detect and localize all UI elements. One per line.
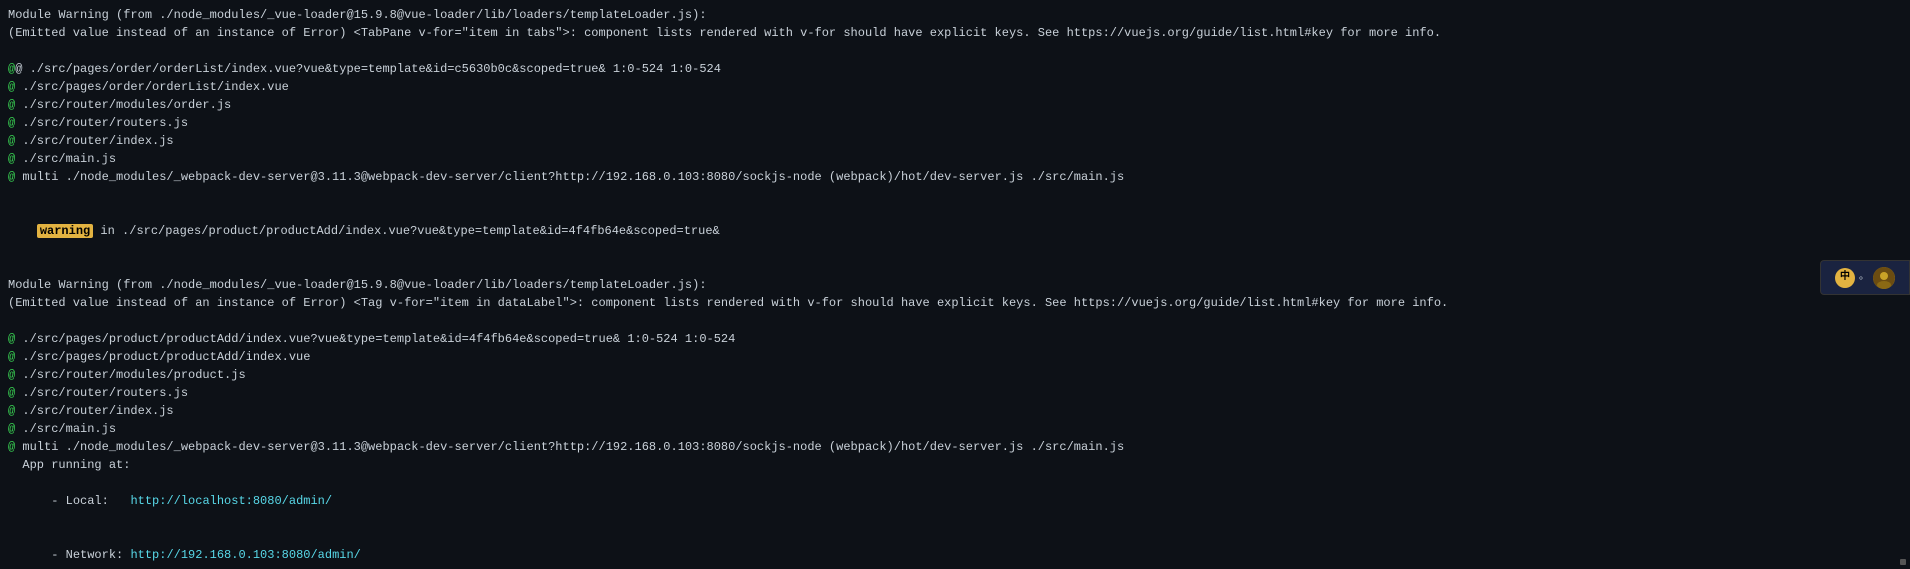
network-url-line: - Network: http://192.168.0.103:8080/adm…: [8, 528, 1902, 569]
at-line-6: @ ./src/router/modules/order.js: [8, 96, 1902, 114]
empty-line-3: [8, 258, 1902, 276]
at-line-5: @ ./src/pages/order/orderList/index.vue: [8, 78, 1902, 96]
at-line-8: @ ./src/router/index.js: [8, 132, 1902, 150]
overlay-text: 。: [1859, 270, 1869, 285]
at2-line-6: @ ./src/main.js: [8, 420, 1902, 438]
at-line-7: @ ./src/router/routers.js: [8, 114, 1902, 132]
network-url[interactable]: http://192.168.0.103:8080/admin/: [130, 548, 360, 562]
app-running: App running at:: [8, 456, 1902, 474]
line-1: Module Warning (from ./node_modules/_vue…: [8, 6, 1902, 24]
local-url-line: - Local: http://localhost:8080/admin/: [8, 474, 1902, 528]
empty-line-2: [8, 186, 1902, 204]
empty-line-4: [8, 312, 1902, 330]
local-url[interactable]: http://localhost:8080/admin/: [130, 494, 332, 508]
line-2: (Emitted value instead of an instance of…: [8, 24, 1902, 42]
terminal: Module Warning (from ./node_modules/_vue…: [0, 0, 1910, 569]
emitted-error-2: (Emitted value instead of an instance of…: [8, 294, 1902, 312]
at2-line-4: @ ./src/router/routers.js: [8, 384, 1902, 402]
bottom-right-indicator: [1900, 559, 1906, 565]
at2-line-2: @ ./src/pages/product/productAdd/index.v…: [8, 348, 1902, 366]
module-warning-2: Module Warning (from ./node_modules/_vue…: [8, 276, 1902, 294]
at-line-4: @@ ./src/pages/order/orderList/index.vue…: [8, 60, 1902, 78]
at-line-10: @ multi ./node_modules/_webpack-dev-serv…: [8, 168, 1902, 186]
warning-line: warning in ./src/pages/product/productAd…: [8, 204, 1902, 258]
at2-line-3: @ ./src/router/modules/product.js: [8, 366, 1902, 384]
overlay-icon: 中: [1835, 268, 1855, 288]
at2-line-7: @ multi ./node_modules/_webpack-dev-serv…: [8, 438, 1902, 456]
at2-line-5: @ ./src/router/index.js: [8, 402, 1902, 420]
overlay-widget[interactable]: 中 。: [1820, 260, 1910, 295]
avatar: [1873, 267, 1895, 289]
warning-badge: warning: [37, 224, 93, 238]
at2-line-1: @ ./src/pages/product/productAdd/index.v…: [8, 330, 1902, 348]
empty-line-1: [8, 42, 1902, 60]
at-line-9: @ ./src/main.js: [8, 150, 1902, 168]
